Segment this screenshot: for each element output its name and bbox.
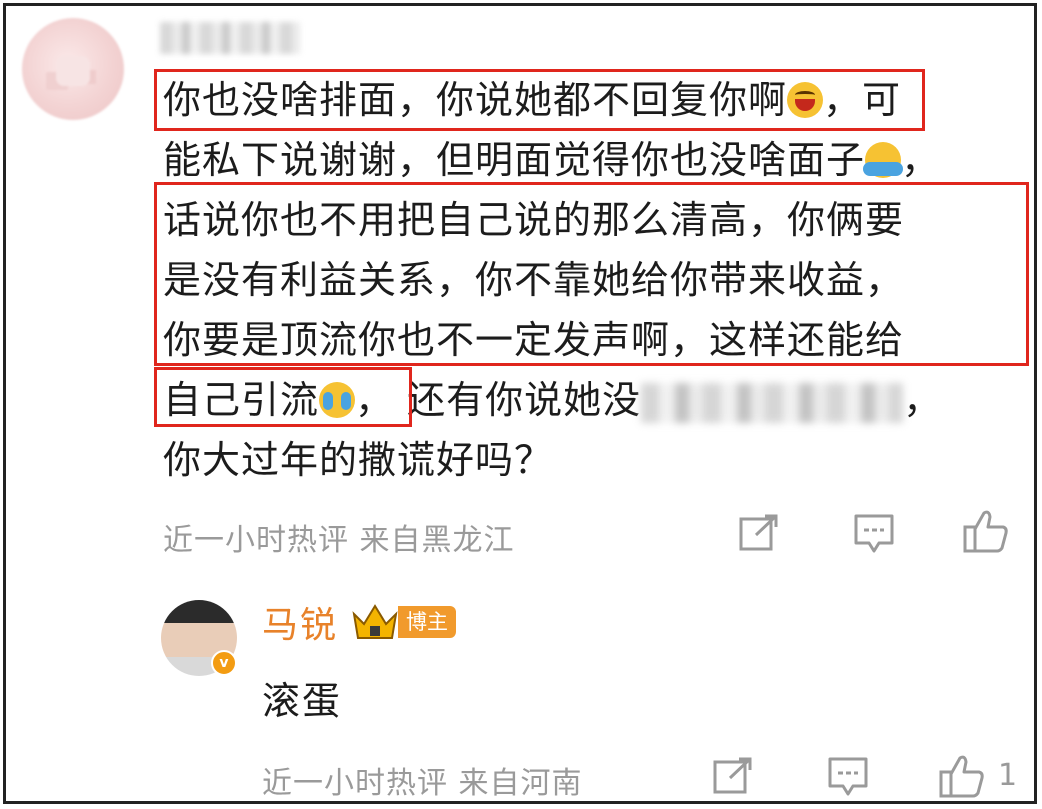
commenter-avatar[interactable] [22,18,124,120]
like-count: 1 [998,758,1018,793]
comment-icon[interactable] [827,756,869,798]
reply-meta: 近一小时热评 来自河南 [262,766,583,801]
crown-icon [350,602,400,642]
comment-line-2: 能私下说谢谢，但明面觉得你也没啥面子， [163,138,941,182]
covering-face-emoji-icon [863,142,904,178]
reply-author-name[interactable]: 马锐 [262,596,338,648]
highlight-box-2 [154,182,1029,366]
commenter-name-blurred[interactable] [160,22,300,54]
comment-line-7: 你大过年的撒谎好吗？ [163,438,554,482]
share-icon[interactable] [712,756,754,796]
reply-author-avatar[interactable]: v [161,600,237,676]
reply-text: 滚蛋 [262,679,343,723]
verified-badge: v [211,650,237,676]
host-badge: 博主 [398,606,456,638]
share-icon[interactable] [738,513,780,553]
like-icon[interactable] [962,507,1010,555]
comment-icon[interactable] [853,513,895,555]
highlight-box-3 [154,367,412,427]
highlight-box-1 [154,69,925,131]
like-icon[interactable] [938,752,986,800]
comment-meta: 近一小时热评 来自黑龙江 [163,523,515,558]
redacted-text [641,382,904,423]
